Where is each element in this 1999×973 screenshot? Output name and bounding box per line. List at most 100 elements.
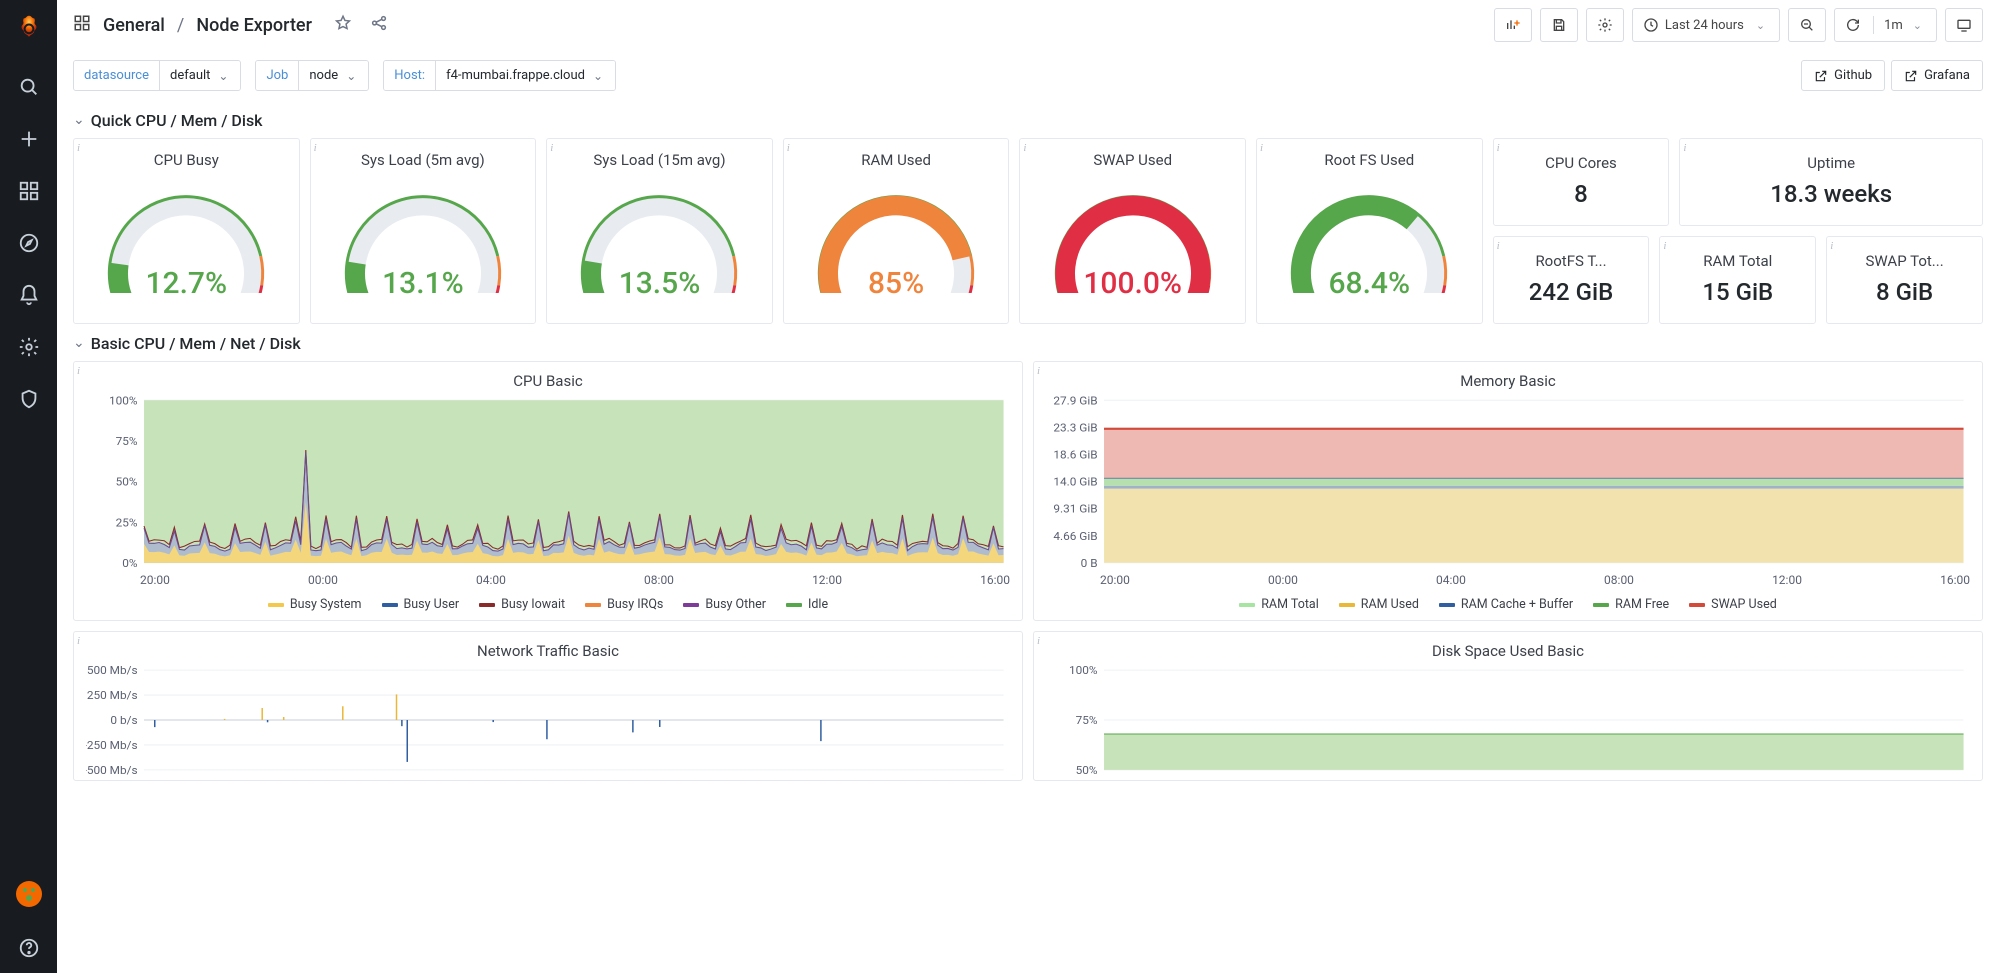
panel-info-icon[interactable]: i: [77, 635, 80, 647]
dashboards-icon[interactable]: [18, 180, 40, 202]
var-host-label: Host:: [384, 61, 436, 90]
user-avatar[interactable]: [16, 881, 42, 907]
svg-text:50%: 50%: [116, 475, 138, 489]
alert-icon[interactable]: [18, 284, 40, 306]
legend-item[interactable]: RAM Used: [1339, 597, 1419, 612]
var-job: Job node: [255, 60, 369, 91]
panel-ram-total[interactable]: iRAM Total15 GiB: [1659, 236, 1816, 324]
panel-info-icon[interactable]: i: [1023, 142, 1026, 154]
panel-info-icon[interactable]: i: [1830, 240, 1833, 252]
var-host: Host: f4-mumbai.frappe.cloud: [383, 60, 616, 91]
shield-icon[interactable]: [18, 388, 40, 410]
settings-button[interactable]: [1586, 8, 1624, 42]
svg-text:0 B: 0 B: [1081, 556, 1098, 569]
panel-disk-basic[interactable]: i Disk Space Used Basic 100%75%50%: [1033, 631, 1983, 781]
refresh-interval-label: 1m: [1884, 18, 1903, 33]
svg-text:14.0 GiB: 14.0 GiB: [1053, 475, 1097, 489]
explore-icon[interactable]: [18, 232, 40, 254]
svg-text:9.31 GiB: 9.31 GiB: [1053, 502, 1097, 516]
panel-info-icon[interactable]: i: [1497, 240, 1500, 252]
breadcrumb-sep: /: [177, 15, 184, 36]
variable-bar: datasource default Job node Host: f4-mum…: [57, 50, 1999, 101]
star-icon[interactable]: [334, 14, 352, 36]
grafana-logo[interactable]: [15, 14, 43, 46]
panel-uptime[interactable]: iUptime18.3 weeks: [1679, 138, 1983, 226]
panel-memory-basic[interactable]: i Memory Basic 27.9 GiB23.3 GiB18.6 GiB1…: [1033, 361, 1983, 621]
panel-info-icon[interactable]: i: [314, 142, 317, 154]
panel-info-icon[interactable]: i: [1260, 142, 1263, 154]
panel-info-icon[interactable]: i: [550, 142, 553, 154]
svg-text:100%: 100%: [1069, 664, 1098, 677]
side-nav: [0, 0, 57, 973]
panel-rootfs-used[interactable]: iRoot FS Used 68.4%: [1256, 138, 1483, 324]
var-job-value[interactable]: node: [299, 61, 368, 90]
panel-info-icon[interactable]: i: [77, 142, 80, 154]
panel-info-icon[interactable]: i: [787, 142, 790, 154]
share-icon[interactable]: [370, 14, 388, 36]
panel-info-icon[interactable]: i: [77, 365, 80, 377]
panel-info-icon[interactable]: i: [1663, 240, 1666, 252]
var-datasource-label: datasource: [74, 61, 160, 90]
link-github[interactable]: Github: [1801, 60, 1885, 91]
panel-swap-total[interactable]: iSWAP Tot...8 GiB: [1826, 236, 1983, 324]
svg-text:250 Mb/s: 250 Mb/s: [87, 688, 138, 702]
panel-load5[interactable]: iSys Load (5m avg) 13.1%: [310, 138, 537, 324]
plus-icon[interactable]: [18, 128, 40, 150]
time-range-picker[interactable]: Last 24 hours ⌄: [1632, 8, 1780, 42]
legend-item[interactable]: Busy IRQs: [585, 597, 663, 612]
svg-text:27.9 GiB: 27.9 GiB: [1053, 394, 1097, 407]
panel-info-icon[interactable]: i: [1683, 142, 1686, 154]
legend-item[interactable]: RAM Cache + Buffer: [1439, 597, 1573, 612]
panel-info-icon[interactable]: i: [1497, 142, 1500, 154]
svg-text:500 Mb/s: 500 Mb/s: [87, 664, 138, 677]
panel-swap-used[interactable]: iSWAP Used 100.0%: [1019, 138, 1246, 324]
refresh-button[interactable]: 1m ⌄: [1834, 8, 1937, 42]
svg-text:18.6 GiB: 18.6 GiB: [1053, 448, 1097, 462]
panel-ram-used[interactable]: iRAM Used 85%: [783, 138, 1010, 324]
legend-item[interactable]: Idle: [786, 597, 828, 612]
panel-cpu-cores[interactable]: iCPU Cores8: [1493, 138, 1670, 226]
add-panel-button[interactable]: [1494, 8, 1532, 42]
panel-load15[interactable]: iSys Load (15m avg) 13.5%: [546, 138, 773, 324]
row-quick[interactable]: Quick CPU / Mem / Disk: [73, 101, 1983, 138]
legend-item[interactable]: Busy System: [268, 597, 362, 612]
svg-text:75%: 75%: [116, 434, 138, 448]
dashboard-header: General / Node Exporter Last 24 hours ⌄: [57, 0, 1999, 50]
svg-text:0 b/s: 0 b/s: [110, 713, 137, 727]
zoom-out-button[interactable]: [1788, 8, 1826, 42]
breadcrumb: General / Node Exporter: [73, 14, 312, 37]
dashboards-nav-icon[interactable]: [73, 14, 91, 37]
panel-info-icon[interactable]: i: [1037, 635, 1040, 647]
search-icon[interactable]: [18, 76, 40, 98]
legend-item[interactable]: Busy User: [382, 597, 460, 612]
svg-text:-500 Mb/s: -500 Mb/s: [86, 763, 138, 776]
link-grafana[interactable]: Grafana: [1891, 60, 1983, 91]
svg-text:75%: 75%: [1076, 713, 1098, 727]
save-button[interactable]: [1540, 8, 1578, 42]
panel-cpu-busy[interactable]: iCPU Busy 12.7%: [73, 138, 300, 324]
panel-info-icon[interactable]: i: [1037, 365, 1040, 377]
breadcrumb-folder[interactable]: General: [103, 15, 165, 36]
legend-item[interactable]: RAM Total: [1239, 597, 1319, 612]
panel-rootfs-total[interactable]: iRootFS T...242 GiB: [1493, 236, 1650, 324]
panel-cpu-basic[interactable]: i CPU Basic 100%75%50%25%0% 20:0000:0004…: [73, 361, 1023, 621]
svg-text:23.3 GiB: 23.3 GiB: [1053, 421, 1097, 435]
svg-text:100%: 100%: [109, 394, 138, 407]
panel-network-basic[interactable]: i Network Traffic Basic 500 Mb/s250 Mb/s…: [73, 631, 1023, 781]
legend-item[interactable]: RAM Free: [1593, 597, 1669, 612]
svg-text:50%: 50%: [1076, 763, 1098, 776]
row-basic[interactable]: Basic CPU / Mem / Net / Disk: [73, 324, 1983, 361]
svg-text:-250 Mb/s: -250 Mb/s: [86, 738, 138, 752]
legend-item[interactable]: SWAP Used: [1689, 597, 1777, 612]
var-host-value[interactable]: f4-mumbai.frappe.cloud: [436, 61, 615, 90]
legend-item[interactable]: Busy Other: [683, 597, 766, 612]
var-datasource: datasource default: [73, 60, 241, 91]
help-icon[interactable]: [18, 937, 40, 959]
var-datasource-value[interactable]: default: [160, 61, 240, 90]
svg-text:25%: 25%: [116, 515, 138, 529]
svg-text:4.66 GiB: 4.66 GiB: [1053, 529, 1097, 543]
breadcrumb-title[interactable]: Node Exporter: [196, 15, 312, 36]
tv-mode-button[interactable]: [1945, 8, 1983, 42]
config-icon[interactable]: [18, 336, 40, 358]
legend-item[interactable]: Busy Iowait: [479, 597, 565, 612]
